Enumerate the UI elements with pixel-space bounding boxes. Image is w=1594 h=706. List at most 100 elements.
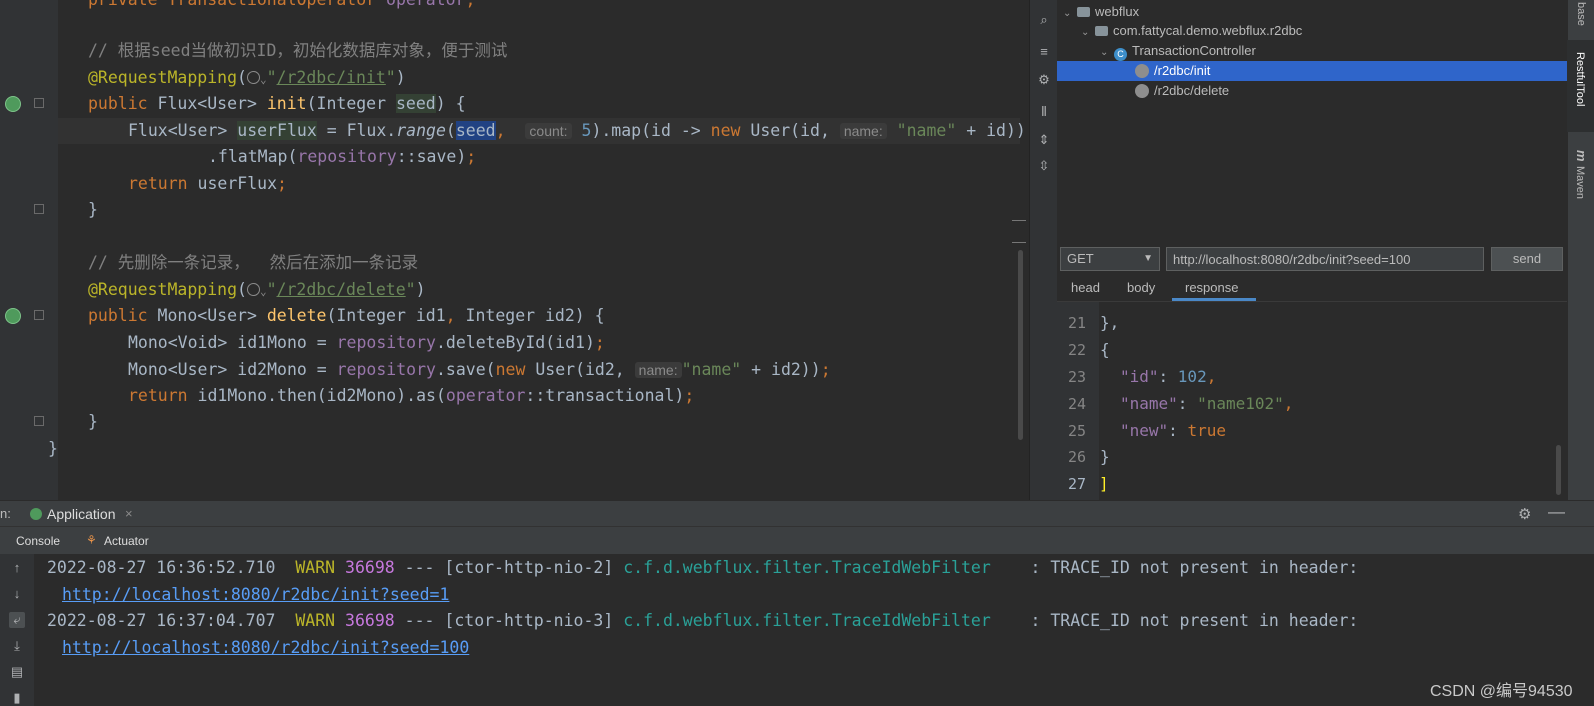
columns-icon[interactable]: ⦀ [1036,104,1052,120]
code-line: public Flux<User> init(Integer seed) { [88,94,466,113]
code-comment: // 先删除一条记录， 然后在添加一条记录 [88,253,419,272]
watermark: CSDN @编号94530 [1430,683,1573,700]
scroll-marker [1012,220,1026,221]
code-line: .flatMap(repository::save); [208,147,477,166]
package-icon [1095,26,1108,36]
folder-icon [1077,7,1090,17]
filter-icon[interactable]: ≡ [1036,44,1052,60]
run-subtabs: Console ⚘ Actuator [0,526,1594,555]
code-line: } [88,200,98,219]
tab-divider [1057,301,1567,302]
expand-all-icon[interactable]: ⇕ [1036,132,1052,148]
init-path-link[interactable]: /r2dbc/init [277,68,386,87]
request-url-input[interactable] [1166,247,1484,271]
fold-icon[interactable] [34,416,44,426]
code-comment: // 根据seed当做初识ID，初始化数据库对象，便于测试 [88,41,508,60]
code-line: return id1Mono.then(id2Mono).as(operator… [128,386,695,405]
endpoint-gutter-icon[interactable] [5,308,21,324]
response-line: }, [1100,313,1120,332]
fold-icon[interactable] [34,310,44,320]
arrow-up-icon[interactable]: ↑ [9,560,25,575]
response-line: "id": 102, [1120,367,1217,386]
code-line: private TransactionalOperator operator; [88,0,475,13]
class-icon: C [1114,48,1127,61]
code-line: Mono<Void> id1Mono = repository.deleteBy… [128,333,605,352]
gear-icon[interactable]: ⚙ [1518,505,1531,523]
run-panel-header: n: Application × ⚙ — [0,500,1594,527]
response-scrollbar[interactable] [1556,445,1561,495]
globe-icon [246,71,260,84]
globe-icon [246,283,260,296]
param-hint: count: [525,123,572,139]
endpoint-icon [1135,84,1149,98]
soft-wrap-icon[interactable]: ⤶ [9,612,25,628]
print-icon[interactable]: ▤ [9,664,25,680]
arrow-down-icon[interactable]: ↓ [9,586,25,601]
send-button[interactable]: send [1491,247,1563,271]
line-number: 21 [1067,314,1086,332]
collapse-all-icon[interactable]: ⇳ [1036,158,1052,174]
search-icon[interactable]: ⌕ [1036,12,1052,28]
response-line: "new": true [1120,421,1226,440]
code-editor[interactable]: private TransactionalOperator operator; … [0,0,1029,500]
code-line: Mono<User> id2Mono = repository.save(new… [128,360,831,379]
maven-icon: m [1574,150,1589,162]
tree-node-project[interactable]: ⌄ webflux [1063,2,1139,22]
dropdown-arrow-icon: ▼ [1143,253,1153,264]
param-hint: name: [634,362,682,378]
settings-filter-icon[interactable]: ⚙ [1036,72,1052,88]
run-prefix: n: [0,506,11,521]
line-number: 24 [1067,395,1086,413]
actuator-icon: ⚘ [86,533,97,547]
run-tab-application[interactable]: Application [47,506,116,522]
tree-node-controller[interactable]: ⌄ C TransactionController [1100,41,1256,61]
log-link[interactable]: http://localhost:8080/r2dbc/init?seed=10… [62,638,469,657]
tab-console[interactable]: Console [16,534,60,548]
line-number: 22 [1067,341,1086,359]
restful-tool-tab[interactable]: RestfulTool [1567,40,1594,132]
line-number: 25 [1067,422,1086,440]
maven-tab[interactable]: Maven [1574,166,1586,199]
code-line: Flux<User> userFlux = Flux.range(seed, c… [128,121,1026,140]
tree-node-package[interactable]: ⌄ com.fattycal.demo.webflux.r2dbc [1081,21,1302,41]
code-line: @RequestMapping(⌄"/r2dbc/delete") [88,280,426,299]
line-number: 27 [1067,475,1086,493]
close-icon[interactable]: × [125,506,133,521]
response-line: } [1100,447,1110,466]
trash-icon[interactable]: ▮ [9,690,25,706]
response-line: ] [1099,474,1109,493]
tree-endpoint-init[interactable]: /r2dbc/init [1057,61,1567,81]
chevron-down-icon[interactable]: ⌄ [1081,23,1095,43]
line-number: 26 [1067,448,1086,466]
http-method-select[interactable]: GET ▼ [1060,247,1160,271]
line-number: 23 [1067,368,1086,386]
chevron-down-icon[interactable]: ⌄ [1100,43,1114,63]
tab-head[interactable]: head [1071,278,1100,300]
code-line: } [88,412,98,431]
chevron-down-icon[interactable]: ⌄ [1063,4,1077,24]
tab-body[interactable]: body [1127,278,1155,300]
tree-endpoint-delete[interactable]: /r2dbc/delete [1135,81,1229,101]
spring-app-icon [30,508,42,520]
code-line: } [48,439,58,458]
code-line: @RequestMapping(⌄"/r2dbc/init") [88,68,406,87]
tab-response[interactable]: response [1185,278,1238,300]
fold-icon[interactable] [34,98,44,108]
log-line: 2022-08-27 16:36:52.710 WARN 36698 --- [… [47,558,1359,577]
log-line: 2022-08-27 16:37:04.707 WARN 36698 --- [… [47,611,1359,630]
console-toolbar [0,554,34,706]
endpoint-icon [1135,64,1149,78]
scroll-marker [1012,242,1026,243]
tab-actuator[interactable]: Actuator [104,534,149,548]
code-line: public Mono<User> delete(Integer id1, In… [88,306,605,325]
scroll-to-end-icon[interactable]: ⤓ [9,638,25,654]
log-link[interactable]: http://localhost:8080/r2dbc/init?seed=1 [62,585,449,604]
endpoint-gutter-icon[interactable] [5,96,21,112]
fold-icon[interactable] [34,204,44,214]
database-tab[interactable]: base [1575,2,1587,26]
minimize-icon[interactable]: — [1548,502,1565,522]
response-line: { [1100,340,1110,359]
delete-path-link[interactable]: /r2dbc/delete [277,280,406,299]
editor-scrollbar[interactable] [1018,250,1023,440]
response-line: "name": "name102", [1120,394,1294,413]
